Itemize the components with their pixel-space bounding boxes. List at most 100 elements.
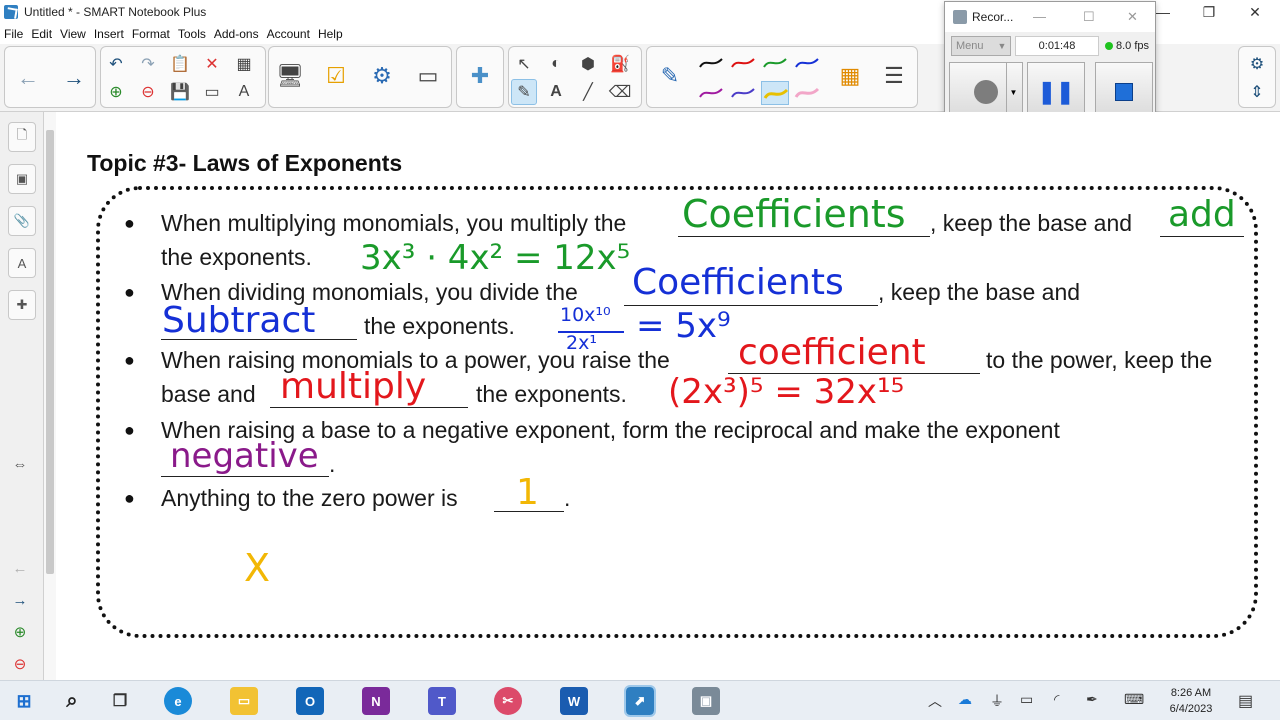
pen-pink-highlighter[interactable]	[793, 81, 821, 105]
toolbar-position-icon[interactable]: ⇕	[1244, 79, 1270, 105]
word-icon[interactable]: W	[560, 687, 588, 715]
sidebar-delete-page-icon[interactable]: ⊖	[10, 654, 30, 674]
recorder-close-button[interactable]: ✕	[1127, 9, 1138, 25]
add-ons-icon[interactable]: ⚙	[365, 59, 399, 93]
bullet-3-line-2b: the exponents.	[476, 381, 627, 407]
redo-icon[interactable]: ↷	[135, 51, 161, 77]
eraser-icon[interactable]: ⬢	[575, 51, 601, 77]
pen-red[interactable]	[729, 51, 757, 75]
pen-tool-icon[interactable]: ✎	[653, 59, 687, 93]
touch-keyboard-icon[interactable]: ⌨	[1124, 691, 1144, 708]
display-screens-icon[interactable]: 🖥	[273, 59, 307, 93]
gallery-icon[interactable]: ▣	[8, 164, 36, 194]
navigation-group: ← →	[4, 46, 96, 108]
undo-icon[interactable]: ↶	[103, 51, 129, 77]
stop-square-icon	[1115, 83, 1133, 101]
pens-icon[interactable]: ✎	[511, 79, 537, 105]
menu-edit[interactable]: Edit	[31, 27, 52, 41]
smart-notebook-icon[interactable]: ⬈	[624, 685, 656, 717]
wifi-icon[interactable]: ◜	[1054, 691, 1059, 708]
menu-format[interactable]: Format	[132, 27, 170, 41]
lesson-activity-icon[interactable]: ✚	[463, 59, 497, 93]
search-icon[interactable]: ⌕	[58, 687, 86, 715]
delete-icon[interactable]: ✕	[199, 51, 225, 77]
screen-shade-icon[interactable]: ▭	[199, 79, 225, 105]
teams-icon[interactable]: T	[428, 687, 456, 715]
page-scrollbar[interactable]	[44, 112, 56, 680]
menu-tools[interactable]: Tools	[178, 27, 206, 41]
chevron-down-icon: ▼	[997, 41, 1007, 51]
next-page-icon[interactable]: →	[57, 61, 91, 95]
windows-taskbar: ⊞ ⌕ ❐ e ▭ O N T ✂ W ⬈ ▣ ︿ ☁ ⏚ ▭ ◜ ✒ ⌨ 8:…	[0, 680, 1280, 720]
table-icon[interactable]: ▦	[231, 51, 257, 77]
settings-gear-icon[interactable]: ⚙	[1244, 51, 1270, 77]
page-sorter-icon[interactable]: 🗋	[8, 122, 36, 152]
blank-1a	[678, 236, 930, 237]
blank-3b	[270, 407, 468, 408]
attachments-icon[interactable]: 📎	[8, 206, 36, 236]
text-fit-icon[interactable]: A	[231, 79, 257, 105]
recorder-minimize-button[interactable]: —	[1033, 9, 1046, 24]
recorder-title: Recor...	[972, 10, 1014, 24]
handwriting-coefficient-red: coefficient	[738, 332, 926, 373]
menu-account[interactable]: Account	[267, 27, 310, 41]
restore-button[interactable]: ❐	[1186, 0, 1232, 24]
recorder-menu-dropdown[interactable]: Menu ▼	[951, 36, 1011, 56]
sidebar-next-page-icon[interactable]: →	[10, 590, 30, 610]
menu-addons[interactable]: Add-ons	[214, 27, 259, 41]
show-hidden-icons-icon[interactable]: ︿	[928, 691, 942, 711]
response-icon[interactable]: ☑	[319, 59, 353, 93]
pen-menu-icon[interactable]: ✒	[1086, 691, 1098, 708]
resize-panel-icon[interactable]: ⇔	[10, 454, 30, 474]
color-palette-icon[interactable]: ▦	[833, 59, 867, 93]
onenote-icon[interactable]: N	[362, 687, 390, 715]
recorder-title-bar: Recor... — ☐ ✕	[945, 2, 1155, 32]
handwriting-divide-result: = 5x⁹	[636, 306, 731, 346]
app-window: Untitled * - SMART Notebook Plus — ❐ ✕ F…	[0, 0, 1280, 720]
select-icon[interactable]: ↖	[511, 51, 537, 77]
sidebar-prev-page-icon[interactable]: ←	[10, 558, 30, 578]
close-button[interactable]: ✕	[1232, 0, 1278, 24]
outlook-icon[interactable]: O	[296, 687, 324, 715]
edge-icon[interactable]: e	[164, 687, 192, 715]
file-explorer-icon[interactable]: ▭	[230, 687, 258, 715]
pen-black[interactable]	[697, 51, 725, 75]
fill-icon[interactable]: ⛽	[607, 51, 633, 77]
notifications-icon[interactable]: ▤	[1238, 691, 1253, 711]
previous-page-icon[interactable]: ←	[11, 61, 45, 95]
properties-icon[interactable]: A	[8, 248, 36, 278]
usb-icon[interactable]: ⏚	[990, 691, 1004, 711]
pen-green[interactable]	[761, 51, 789, 75]
camera-icon[interactable]: ▭	[411, 59, 445, 93]
pen-blue[interactable]	[793, 51, 821, 75]
menu-help[interactable]: Help	[318, 27, 343, 41]
line-style-icon[interactable]: ☰	[877, 59, 911, 93]
task-view-icon[interactable]: ❐	[106, 687, 134, 715]
pen-purple[interactable]	[697, 81, 725, 105]
snipping-icon[interactable]: ✂	[494, 687, 522, 715]
pen-indigo[interactable]	[729, 81, 757, 105]
add-ons-panel-icon[interactable]: ✚	[8, 290, 36, 320]
add-page-icon[interactable]: ⊕	[103, 79, 129, 105]
delete-page-icon[interactable]: ⊖	[135, 79, 161, 105]
text-icon[interactable]: A	[543, 79, 569, 105]
paste-icon[interactable]: 📋	[167, 51, 193, 77]
bullet-3-line-2a: base and	[161, 381, 256, 407]
system-clock[interactable]: 8:26 AM 6/4/2023	[1158, 685, 1224, 717]
recorder-maximize-button[interactable]: ☐	[1083, 9, 1095, 25]
sidebar-add-page-icon[interactable]: ⊕	[10, 622, 30, 642]
menu-file[interactable]: File	[4, 27, 23, 41]
pen-yellow-highlighter[interactable]	[761, 81, 789, 105]
shapes-icon[interactable]: ◐	[543, 51, 569, 77]
menu-insert[interactable]: Insert	[94, 27, 124, 41]
bullet-2-line-1b: , keep the base and	[878, 279, 1081, 305]
onedrive-icon[interactable]: ☁	[958, 691, 972, 708]
line-icon[interactable]: ╱	[575, 79, 601, 105]
battery-icon[interactable]: ▭	[1020, 691, 1033, 708]
recorder-icon[interactable]: ▣	[692, 687, 720, 715]
save-icon[interactable]: 💾	[167, 79, 193, 105]
erase-icon[interactable]: ⌫	[607, 79, 633, 105]
scrollbar-thumb[interactable]	[46, 130, 54, 574]
start-icon[interactable]: ⊞	[10, 687, 38, 715]
menu-view[interactable]: View	[60, 27, 86, 41]
